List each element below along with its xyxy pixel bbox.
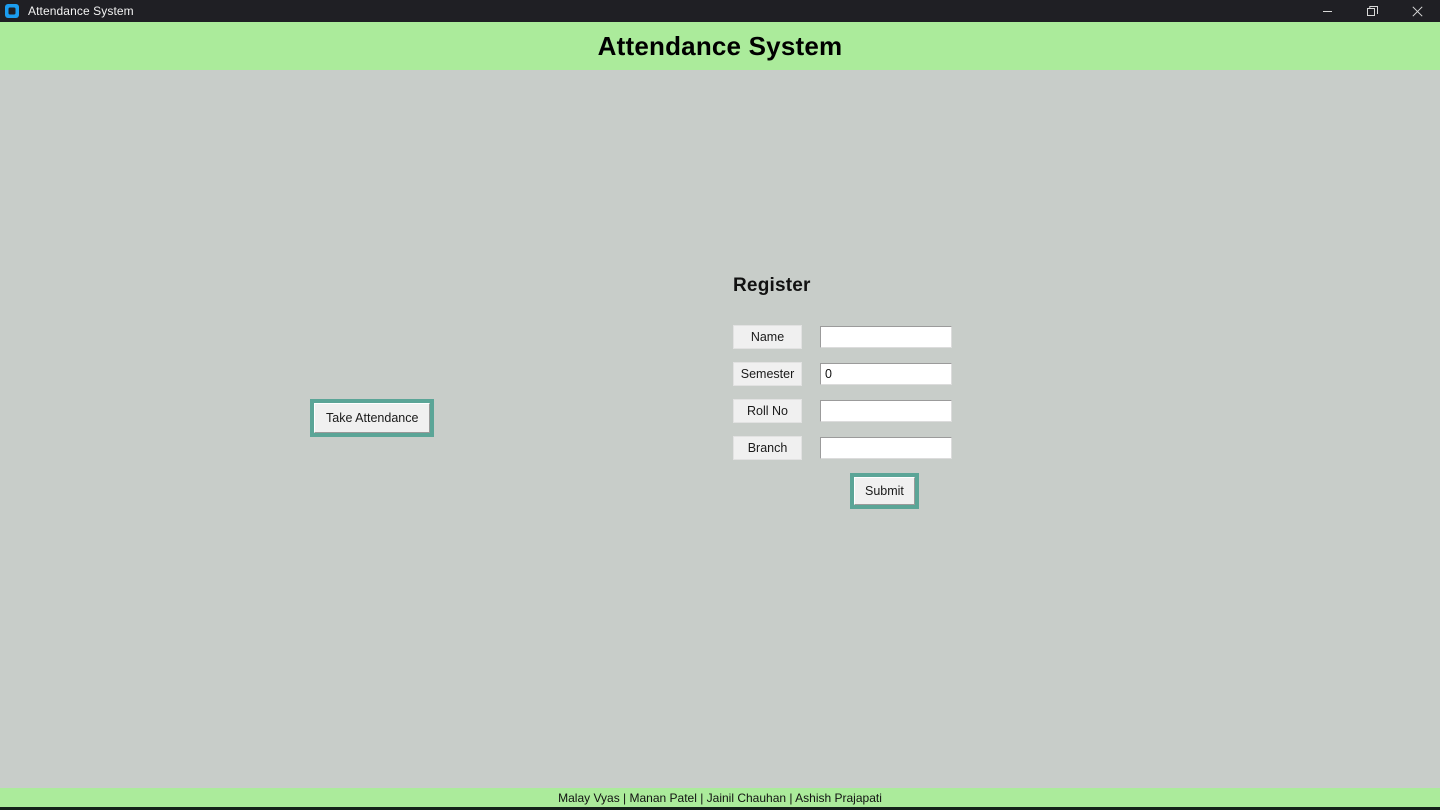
form-row-branch: Branch: [733, 436, 993, 460]
roll-no-input[interactable]: [820, 400, 952, 422]
form-row-roll-no: Roll No: [733, 399, 993, 423]
form-row-name: Name: [733, 325, 993, 349]
window-controls: [1305, 0, 1440, 22]
app-icon: [4, 3, 20, 19]
register-heading: Register: [733, 275, 811, 296]
minimize-icon[interactable]: [1305, 0, 1350, 22]
take-attendance-button[interactable]: Take Attendance: [314, 403, 431, 433]
label-semester: Semester: [733, 362, 802, 386]
page-title: Attendance System: [597, 30, 843, 61]
label-roll-no: Roll No: [733, 399, 802, 423]
footer-credits: Malay Vyas | Manan Patel | Jainil Chauha…: [558, 790, 882, 805]
label-branch: Branch: [733, 436, 802, 460]
label-name: Name: [733, 325, 802, 349]
submit-focus-ring: Submit: [850, 473, 919, 509]
header-band: Attendance System: [0, 22, 1440, 70]
titlebar: Attendance System: [0, 0, 1440, 22]
restore-icon[interactable]: [1350, 0, 1395, 22]
close-icon[interactable]: [1395, 0, 1440, 22]
semester-input[interactable]: [820, 363, 952, 385]
branch-input[interactable]: [820, 437, 952, 459]
take-attendance-focus-ring: Take Attendance: [310, 399, 435, 437]
register-panel: Register Name Semester Roll No Branch Su…: [733, 275, 993, 509]
footer-band: Malay Vyas | Manan Patel | Jainil Chauha…: [0, 788, 1440, 807]
window-title: Attendance System: [28, 4, 134, 18]
main-content: Take Attendance Register Name Semester R…: [0, 70, 1440, 788]
titlebar-left: Attendance System: [0, 0, 134, 22]
submit-row: Submit: [733, 473, 993, 509]
take-attendance-wrapper: Take Attendance: [310, 399, 435, 437]
submit-button[interactable]: Submit: [854, 477, 915, 505]
app-window: Attendance System Attendance System Take…: [0, 0, 1440, 810]
form-row-semester: Semester: [733, 362, 993, 386]
name-input[interactable]: [820, 326, 952, 348]
